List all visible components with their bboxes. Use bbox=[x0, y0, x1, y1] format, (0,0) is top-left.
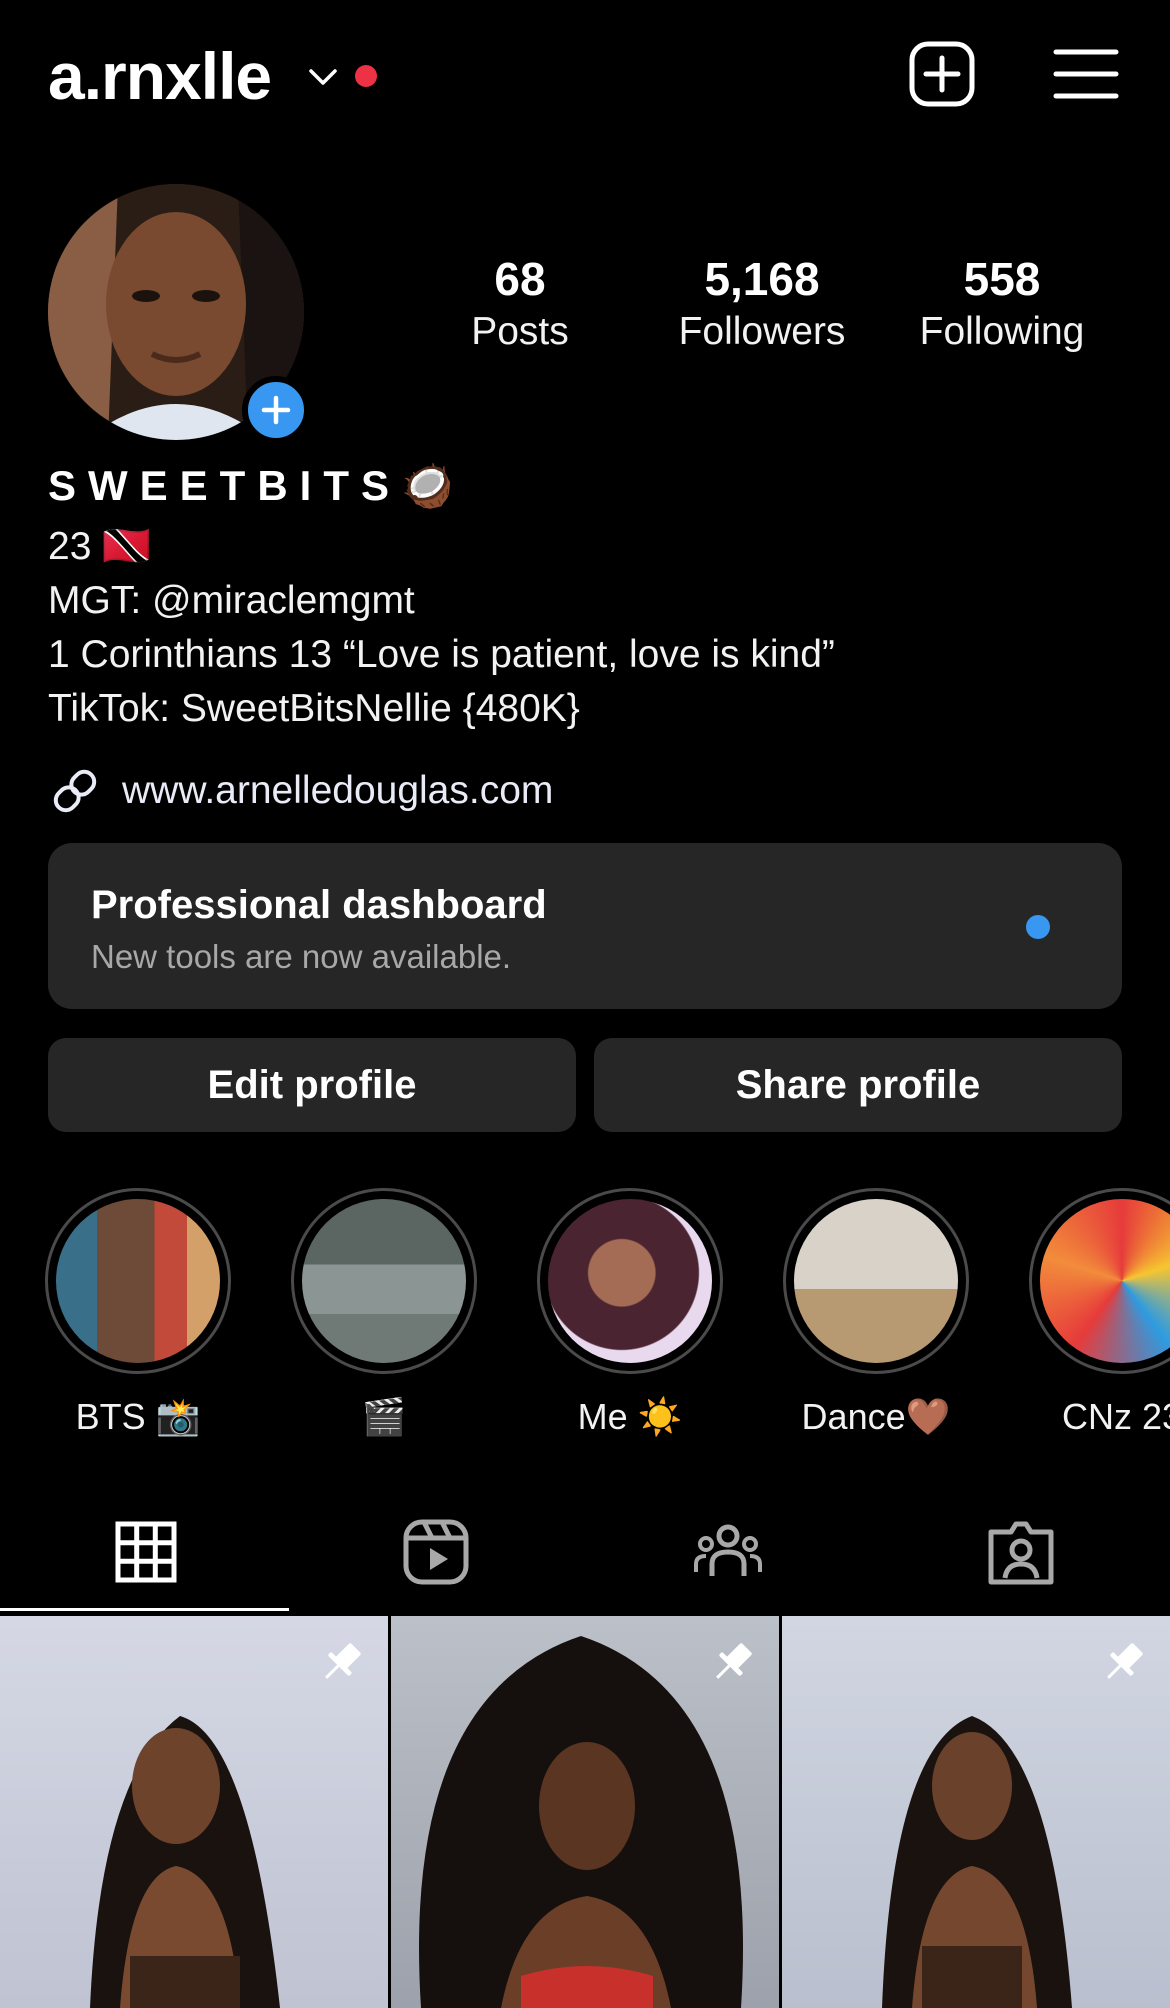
notification-dot bbox=[355, 65, 377, 87]
tagged-icon[interactable] bbox=[985, 1516, 1057, 1588]
highlight-label: CNz 23 bbox=[1061, 1396, 1170, 1437]
chevron-down-icon[interactable] bbox=[306, 60, 340, 94]
website-link-text: www.arnelledouglas.com bbox=[122, 769, 554, 812]
highlight-item[interactable]: CNz 23 bbox=[1026, 1188, 1170, 1438]
display-name: SWEETBITS🥥 bbox=[48, 462, 466, 509]
stat-value: 5,168 bbox=[704, 253, 820, 305]
highlight-label: Dance🤎 bbox=[801, 1396, 951, 1437]
highlight-label: BTS 📸 bbox=[75, 1396, 201, 1437]
reels-icon[interactable] bbox=[400, 1516, 472, 1588]
bio-line: TikTok: SweetBitsNellie {480K} bbox=[48, 687, 580, 730]
active-tab-indicator bbox=[0, 1608, 289, 1611]
plus-icon bbox=[261, 395, 291, 425]
collab-icon[interactable] bbox=[692, 1516, 764, 1588]
profile-username[interactable]: a.rnxlle bbox=[48, 38, 272, 114]
highlight-item[interactable]: Me ☀️ bbox=[534, 1188, 726, 1438]
dashboard-title: Professional dashboard bbox=[91, 883, 547, 927]
highlight-ring bbox=[1029, 1188, 1170, 1374]
add-story-button[interactable] bbox=[242, 376, 310, 444]
pin-icon bbox=[325, 1643, 361, 1679]
highlight-item[interactable]: Dance🤎 bbox=[780, 1188, 972, 1438]
link-icon bbox=[53, 769, 97, 813]
professional-dashboard[interactable]: Professional dashboard New tools are now… bbox=[48, 843, 1122, 1009]
highlight-item[interactable]: BTS 📸 bbox=[42, 1188, 234, 1438]
dashboard-subtitle: New tools are now available. bbox=[91, 938, 512, 975]
pin-icon bbox=[716, 1643, 752, 1679]
website-link[interactable]: www.arnelledouglas.com bbox=[48, 764, 553, 818]
stat-label: Following bbox=[919, 310, 1085, 353]
following-count[interactable]: 558 Following bbox=[900, 256, 1104, 351]
stat-label: Posts bbox=[471, 310, 569, 353]
highlight-label: 🎬 bbox=[361, 1396, 407, 1437]
highlight-ring bbox=[291, 1188, 477, 1374]
pin-icon bbox=[1107, 1643, 1143, 1679]
post-tile[interactable] bbox=[782, 1616, 1170, 2008]
highlight-ring bbox=[537, 1188, 723, 1374]
highlight-cover bbox=[302, 1199, 466, 1363]
stat-value: 68 bbox=[494, 253, 546, 305]
highlight-ring bbox=[45, 1188, 231, 1374]
share-profile-button[interactable]: Share profile bbox=[594, 1038, 1122, 1132]
post-tile[interactable] bbox=[391, 1616, 779, 2008]
highlight-cover bbox=[548, 1199, 712, 1363]
highlight-item[interactable]: 🎬 bbox=[288, 1188, 480, 1438]
highlight-label: Me ☀️ bbox=[577, 1396, 683, 1437]
menu-icon[interactable] bbox=[1050, 38, 1122, 110]
post-tile[interactable] bbox=[0, 1616, 388, 2008]
highlight-cover bbox=[56, 1199, 220, 1363]
highlight-ring bbox=[783, 1188, 969, 1374]
new-post-icon[interactable] bbox=[906, 38, 978, 110]
stat-value: 558 bbox=[963, 253, 1041, 305]
posts-count[interactable]: 68 Posts bbox=[440, 256, 600, 351]
new-indicator-dot bbox=[1026, 915, 1050, 939]
grid-icon[interactable] bbox=[110, 1516, 182, 1588]
followers-count[interactable]: 5,168 Followers bbox=[660, 256, 864, 351]
bio-line: 1 Corinthians 13 “Love is patient, love … bbox=[48, 633, 835, 676]
bio-line: 23 🇹🇹 bbox=[48, 525, 151, 568]
edit-profile-button[interactable]: Edit profile bbox=[48, 1038, 576, 1132]
bio-line: MGT: @miraclemgmt bbox=[48, 579, 415, 622]
highlight-cover bbox=[794, 1199, 958, 1363]
stat-label: Followers bbox=[678, 310, 846, 353]
highlight-cover bbox=[1040, 1199, 1170, 1363]
